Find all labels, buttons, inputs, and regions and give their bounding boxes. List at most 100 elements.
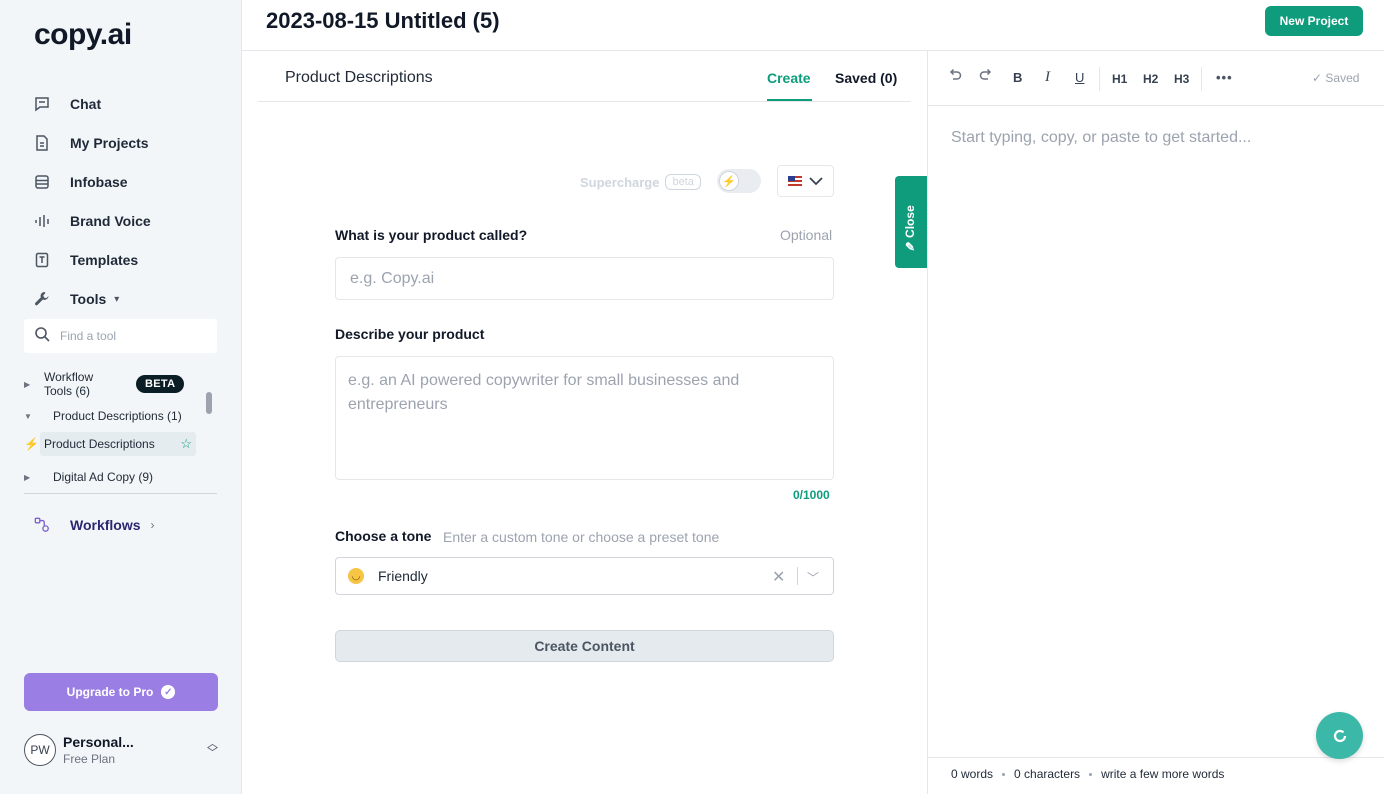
supercharge-beta-badge: beta <box>665 174 701 190</box>
nav-my-projects-label: My Projects <box>70 135 149 151</box>
toolbar-separator <box>1201 67 1202 91</box>
tree-item-label: Product Descriptions (1) <box>53 409 182 423</box>
nav-tools-label: Tools <box>70 291 107 307</box>
account-plan: Free Plan <box>63 752 116 766</box>
product-name-input[interactable] <box>335 257 834 300</box>
refresh-icon <box>1333 729 1346 742</box>
more-options-icon[interactable]: ••• <box>1216 70 1233 85</box>
supercharge-toggle[interactable]: ⚡ <box>717 169 761 193</box>
upgrade-to-pro-button[interactable]: Upgrade to Pro ✓ <box>24 673 218 711</box>
panel-divider <box>258 101 911 102</box>
optional-label: Optional <box>780 227 833 243</box>
supercharge-label: Supercharge beta <box>580 174 701 190</box>
nav-templates[interactable]: Templates <box>34 248 138 272</box>
tree-item-label: Digital Ad Copy (9) <box>53 470 154 484</box>
account-switcher[interactable]: PW Personal... Free Plan ︿ ﹀ <box>24 732 218 768</box>
panel-title: Product Descriptions <box>285 69 433 86</box>
tool-search <box>24 319 217 353</box>
product-name-label: What is your product called? <box>335 227 528 243</box>
close-label: Close <box>903 205 917 238</box>
heading1-button[interactable]: H1 <box>1112 72 1127 86</box>
italic-button[interactable]: I <box>1045 69 1050 86</box>
template-icon <box>34 252 50 268</box>
character-counter: 0/1000 <box>793 488 830 502</box>
workflow-icon <box>34 517 50 533</box>
chevron-updown-icon: ︿ ﹀ <box>207 738 218 759</box>
product-description-input[interactable] <box>335 356 834 480</box>
undo-icon[interactable] <box>948 67 962 84</box>
editor-placeholder[interactable]: Start typing, copy, or paste to get star… <box>951 129 1251 147</box>
wrench-icon <box>34 291 50 307</box>
tree-item-label: Product Descriptions <box>44 437 155 451</box>
tool-search-input[interactable] <box>60 329 200 343</box>
chevron-down-icon: ▾ <box>114 293 120 305</box>
redo-icon[interactable] <box>979 67 993 84</box>
tree-item-product-descriptions-group[interactable]: ▼ Product Descriptions (1) <box>24 409 182 423</box>
editor-toolbar: B I U H1 H2 H3 ••• ✓ Saved <box>928 51 1384 106</box>
nav-workflows[interactable]: Workflows › <box>34 513 155 537</box>
scrollbar-thumb[interactable] <box>206 392 212 414</box>
language-select[interactable] <box>777 165 834 197</box>
supercharge-text: Supercharge <box>580 174 660 190</box>
nav-workflows-label: Workflows <box>70 517 141 533</box>
tab-saved[interactable]: Saved (0) <box>835 70 897 86</box>
writing-hint: write a few more words <box>1101 767 1225 781</box>
tone-value: Friendly <box>378 568 428 584</box>
bold-button[interactable]: B <box>1013 70 1022 85</box>
account-name: Personal... <box>63 734 134 750</box>
chevron-right-icon: › <box>150 518 155 532</box>
document-title[interactable]: 2023-08-15 Untitled (5) <box>266 8 500 34</box>
nav-brand-voice[interactable]: Brand Voice <box>34 209 151 233</box>
tone-select[interactable]: ◡ Friendly ✕ ﹀ <box>335 557 834 595</box>
nav-my-projects[interactable]: My Projects <box>34 131 149 155</box>
underline-button[interactable]: U <box>1075 70 1084 85</box>
nav-infobase[interactable]: Infobase <box>34 170 128 194</box>
close-panel-button[interactable]: ✎ Close <box>895 176 927 268</box>
pencil-icon: ✎ <box>904 239 916 254</box>
copyai-logo[interactable]: copy.ai <box>34 18 132 52</box>
verified-check-icon: ✓ <box>161 685 176 699</box>
character-count: 0 characters <box>1014 767 1081 781</box>
star-icon[interactable]: ☆ <box>180 436 192 452</box>
tab-create[interactable]: Create <box>767 70 811 86</box>
tree-item-digital-ad-copy[interactable]: ▶ Digital Ad Copy (9) <box>24 470 153 484</box>
nav-templates-label: Templates <box>70 252 139 268</box>
select-divider <box>797 567 798 585</box>
sidebar-divider <box>24 493 217 494</box>
clear-icon[interactable]: ✕ <box>772 567 785 587</box>
caret-down-icon: ▼ <box>24 411 32 421</box>
tone-hint: Enter a custom tone or choose a preset t… <box>443 529 720 545</box>
nav-chat-label: Chat <box>70 96 102 112</box>
search-icon <box>34 326 50 347</box>
caret-right-icon: ▶ <box>24 379 31 389</box>
smiley-icon: ◡ <box>348 568 364 584</box>
nav-infobase-label: Infobase <box>70 174 128 190</box>
nav-tools[interactable]: Tools ▾ <box>34 287 119 311</box>
tree-item-product-descriptions[interactable]: ⚡ Product Descriptions ☆ <box>24 432 196 456</box>
chevron-down-icon <box>809 177 823 186</box>
sidebar: copy.ai Chat My Projects Infobase Brand … <box>0 0 242 794</box>
create-content-button[interactable]: Create Content <box>335 630 834 662</box>
tree-item-workflow-tools[interactable]: ▶ Workflow Tools (6) BETA <box>24 370 200 398</box>
check-icon: ✓ <box>1312 71 1323 85</box>
chat-icon <box>34 96 50 112</box>
caret-right-icon: ▶ <box>24 472 31 482</box>
tree-item-label: Workflow Tools (6) <box>44 370 94 398</box>
tree-scrollbar[interactable] <box>206 366 212 484</box>
nav-chat[interactable]: Chat <box>34 92 101 116</box>
database-icon <box>34 174 50 190</box>
lightning-icon: ⚡ <box>24 437 39 451</box>
heading3-button[interactable]: H3 <box>1174 72 1189 86</box>
editor-divider <box>927 51 928 794</box>
saved-indicator: ✓ Saved <box>1312 71 1359 85</box>
nav-brand-voice-label: Brand Voice <box>70 213 151 229</box>
lightning-icon: ⚡ <box>719 171 739 191</box>
chat-launcher-button[interactable] <box>1316 712 1363 759</box>
document-icon <box>34 135 50 151</box>
toolbar-separator <box>1099 67 1100 91</box>
tools-tree: ▶ Workflow Tools (6) BETA ▼ Product Desc… <box>24 366 204 484</box>
avatar: PW <box>24 734 56 766</box>
heading2-button[interactable]: H2 <box>1143 72 1158 86</box>
chevron-down-icon[interactable]: ﹀ <box>807 569 819 586</box>
new-project-button[interactable]: New Project <box>1265 6 1363 36</box>
